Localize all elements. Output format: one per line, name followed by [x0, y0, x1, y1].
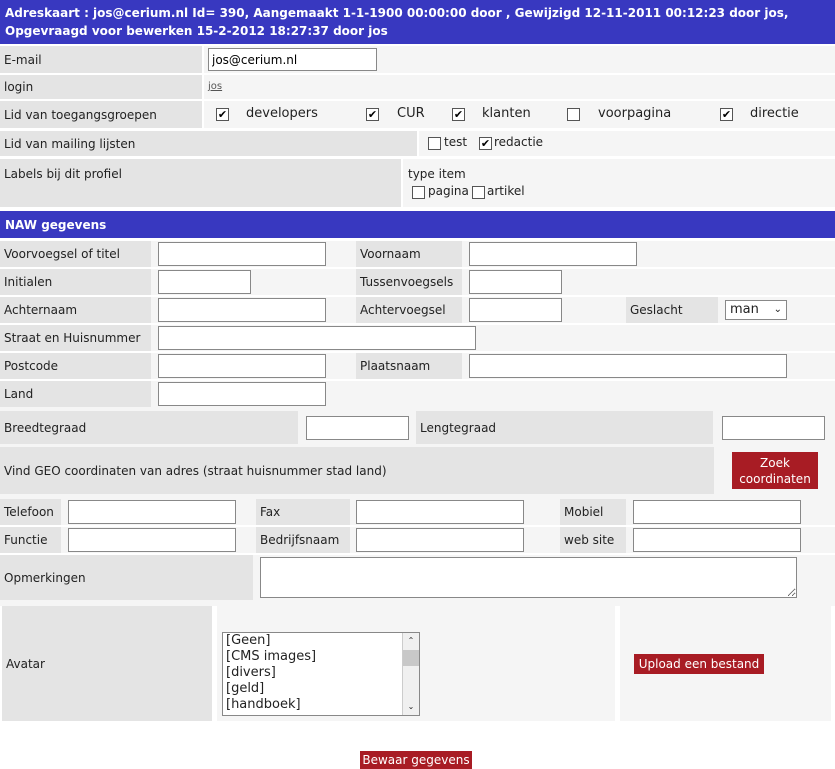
achternaam-input[interactable] — [158, 298, 326, 322]
mobiel-label: Mobiel — [560, 499, 626, 525]
scrollbar[interactable]: ⌃ ⌄ — [402, 633, 419, 715]
land-input[interactable] — [158, 382, 326, 406]
mobiel-input[interactable] — [633, 500, 801, 524]
voorvoegsel-label: Voorvoegsel of titel — [0, 241, 151, 267]
save-button[interactable]: Bewaar gegevens — [360, 751, 472, 769]
group-3-checkbox[interactable] — [567, 108, 580, 121]
postcode-input[interactable] — [158, 354, 326, 378]
lengtegraad-input[interactable] — [722, 416, 825, 440]
telefoon-label: Telefoon — [0, 499, 61, 525]
telefoon-input[interactable] — [68, 500, 236, 524]
login-link[interactable]: jos — [208, 81, 222, 92]
list-option[interactable]: [Geen] — [226, 633, 419, 649]
plaatsnaam-input[interactable] — [469, 354, 787, 378]
voornaam-input[interactable] — [469, 242, 637, 266]
straat-input[interactable] — [158, 326, 476, 350]
list-option[interactable]: [handboek] — [226, 697, 419, 713]
mailing-1-checkbox[interactable]: ✔ — [479, 137, 492, 150]
group-1-label: CUR — [397, 106, 425, 121]
breedtegraad-input[interactable] — [306, 416, 409, 440]
achtervoegsel-input[interactable] — [469, 298, 562, 322]
fax-label: Fax — [256, 499, 350, 525]
email-label: E-mail — [0, 46, 202, 73]
tussenvoegsels-input[interactable] — [469, 270, 562, 294]
fax-input[interactable] — [356, 500, 524, 524]
list-option[interactable]: [CMS images] — [226, 649, 419, 665]
opmerkingen-label: Opmerkingen — [0, 555, 253, 600]
type-item-1-label: artikel — [487, 184, 525, 198]
initialen-input[interactable] — [158, 270, 251, 294]
group-4-checkbox[interactable]: ✔ — [720, 108, 733, 121]
labels-label-cell: Labels bij dit profiel — [0, 159, 401, 207]
chevron-down-icon: ⌄ — [773, 304, 782, 315]
scroll-up-icon[interactable]: ⌃ — [403, 633, 419, 649]
page-header: Adreskaart : jos@cerium.nl Id= 390, Aang… — [0, 0, 835, 44]
straat-label: Straat en Huisnummer — [0, 325, 151, 351]
mailing-0-checkbox[interactable] — [428, 137, 441, 150]
geo-label: Vind GEO coordinaten van adres (straat h… — [0, 447, 714, 494]
scroll-down-icon[interactable]: ⌄ — [403, 699, 419, 715]
voorvoegsel-input[interactable] — [158, 242, 326, 266]
website-label: web site — [560, 527, 626, 553]
achtervoegsel-label: Achtervoegsel — [356, 297, 462, 323]
group-4-label: directie — [750, 106, 799, 121]
groups-label: Lid van toegangsgroepen — [0, 101, 202, 128]
group-3-label: voorpagina — [598, 106, 672, 121]
geslacht-label: Geslacht — [626, 297, 718, 323]
labels-cell — [403, 159, 835, 207]
group-0-checkbox[interactable]: ✔ — [216, 108, 229, 121]
bedrijfsnaam-input[interactable] — [356, 528, 524, 552]
login-cell — [204, 75, 835, 99]
bedrijfsnaam-label: Bedrijfsnaam — [256, 527, 350, 553]
group-0-label: developers — [246, 106, 318, 121]
mailing-0-label: test — [444, 135, 468, 149]
website-input[interactable] — [633, 528, 801, 552]
plaatsnaam-label: Plaatsnaam — [356, 353, 462, 379]
opmerkingen-textarea[interactable] — [260, 557, 797, 598]
lengtegraad-label: Lengtegraad — [416, 411, 713, 444]
land-label: Land — [0, 381, 151, 407]
avatar-listbox[interactable]: [Geen] [CMS images] [divers] [geld] [han… — [222, 632, 420, 716]
mailing-1-label: redactie — [494, 135, 544, 149]
list-option[interactable]: [geld] — [226, 681, 419, 697]
avatar-label: Avatar — [2, 606, 212, 721]
group-1-checkbox[interactable]: ✔ — [366, 108, 379, 121]
type-item-0-label: pagina — [428, 184, 469, 198]
geslacht-value: man — [730, 302, 759, 317]
upload-button[interactable]: Upload een bestand — [634, 654, 764, 674]
login-label: login — [0, 75, 202, 99]
type-item-0-checkbox[interactable] — [412, 186, 425, 199]
scroll-thumb[interactable] — [403, 650, 419, 666]
zoek-coordinaten-button[interactable]: Zoek coordinaten — [732, 452, 818, 489]
initialen-label: Initialen — [0, 269, 151, 295]
functie-label: Functie — [0, 527, 61, 553]
functie-input[interactable] — [68, 528, 236, 552]
group-2-checkbox[interactable]: ✔ — [452, 108, 465, 121]
voornaam-label: Voornaam — [356, 241, 462, 267]
group-2-label: klanten — [482, 106, 531, 121]
tussenvoegsels-label: Tussenvoegsels — [356, 269, 462, 295]
labels-label: Labels bij dit profiel — [4, 167, 122, 181]
naw-header: NAW gegevens — [0, 211, 835, 238]
achternaam-label: Achternaam — [0, 297, 151, 323]
email-input[interactable] — [208, 48, 377, 71]
mailing-label: Lid van mailing lijsten — [0, 131, 417, 156]
type-item-label: type item — [408, 167, 466, 181]
geslacht-select[interactable]: man ⌄ — [725, 300, 787, 320]
postcode-label: Postcode — [0, 353, 151, 379]
type-item-1-checkbox[interactable] — [472, 186, 485, 199]
breedtegraad-label: Breedtegraad — [0, 411, 298, 444]
list-option[interactable]: [divers] — [226, 665, 419, 681]
